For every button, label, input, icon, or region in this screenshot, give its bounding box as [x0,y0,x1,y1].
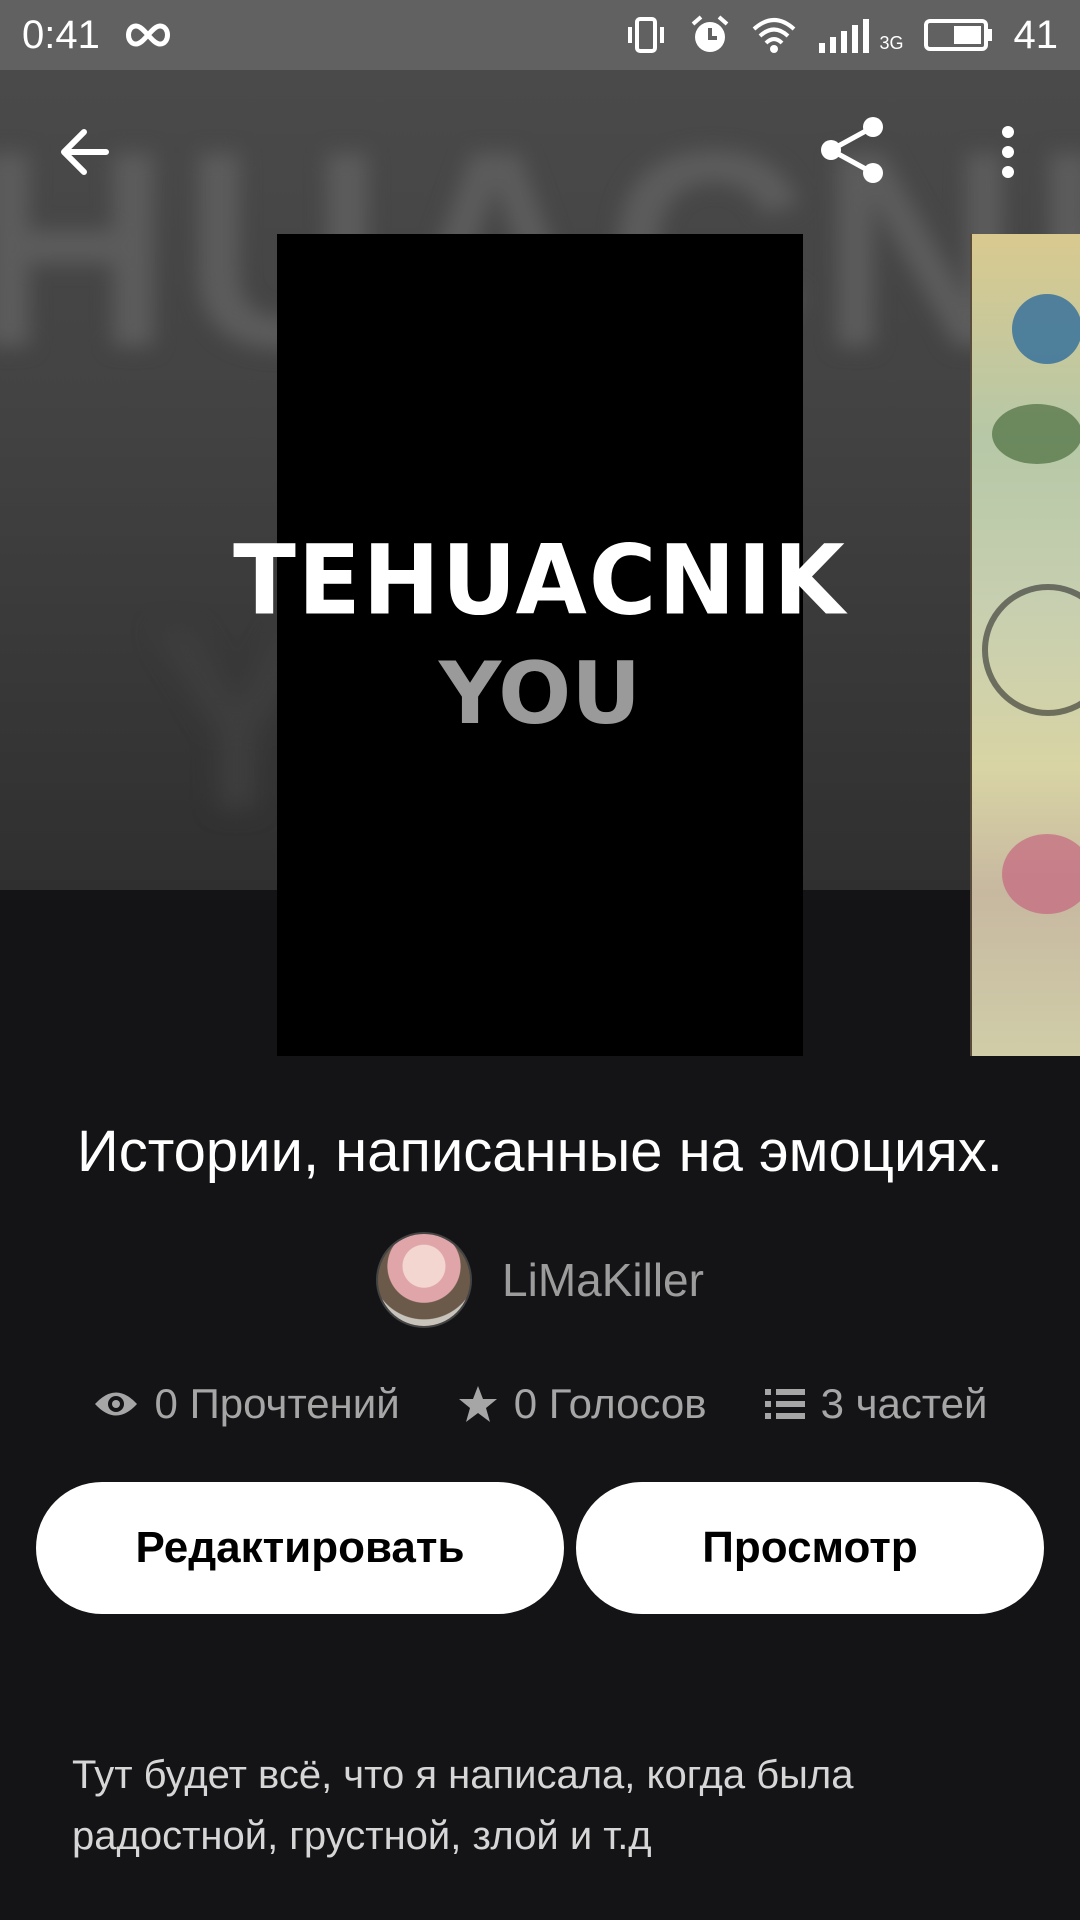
vibrate-icon [623,15,669,55]
wifi-icon [751,15,797,55]
back-button[interactable] [48,116,120,188]
parts-count: 3 частей [820,1380,988,1427]
share-icon [821,117,883,183]
cover-title-text: TEHUACNIK [233,523,847,637]
reads-count: 0 Прочтений [154,1380,400,1427]
network-type: 3G [879,32,904,53]
story-title: Истории, написанные на эмоциях. [77,1119,1003,1184]
story-description: Тут будет всё, что я написала, когда был… [72,1753,854,1858]
battery-icon [923,17,994,53]
author-row[interactable]: LiMaKiller [0,1232,1080,1328]
battery-level: 41 [1013,12,1059,57]
signal-icon [817,17,873,53]
author-name[interactable]: LiMaKiller [502,1253,704,1307]
reads-stat: 0 Прочтений [93,1380,400,1428]
arrow-left-icon [61,129,109,175]
next-story-cover[interactable] [970,234,1080,1056]
edit-button[interactable]: Редактировать [36,1482,564,1614]
star-icon [458,1386,497,1422]
view-button[interactable]: Просмотр [576,1482,1044,1614]
parts-stat: 3 частей [764,1380,988,1428]
more-vertical-icon [1002,126,1014,178]
infinity-icon [122,20,174,50]
alarm-icon [689,14,731,56]
eye-icon [94,1392,137,1416]
avatar[interactable] [376,1232,473,1328]
more-options-button[interactable] [984,116,1032,188]
story-stats: 0 Прочтений 0 Голосов 3 частей [0,1380,1080,1428]
votes-count: 0 Голосов [513,1380,707,1427]
votes-stat: 0 Голосов [458,1380,707,1428]
cover-subtitle-text: YOU [438,643,642,744]
status-time: 0:41 [22,12,100,57]
share-button[interactable] [812,110,892,190]
list-icon [764,1389,805,1419]
status-bar: 0:41 3G 41 [0,0,1080,70]
story-cover-image[interactable]: TEHUACNIK YOU [233,234,845,1056]
